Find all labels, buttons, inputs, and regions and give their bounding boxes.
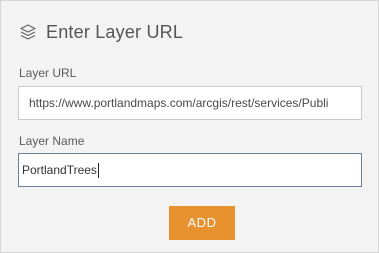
- layer-url-value: https://www.portlandmaps.com/arcgis/rest…: [29, 96, 329, 110]
- layer-name-label: Layer Name: [19, 134, 85, 148]
- layer-name-input[interactable]: PortlandTrees: [18, 153, 362, 187]
- layers-icon: [19, 23, 37, 41]
- add-button[interactable]: ADD: [169, 206, 235, 240]
- panel-title: Enter Layer URL: [46, 21, 184, 42]
- layer-name-value: PortlandTrees: [22, 163, 97, 177]
- layer-url-label: Layer URL: [19, 66, 77, 80]
- text-cursor: [97, 163, 99, 179]
- panel-header: Enter Layer URL: [19, 20, 183, 44]
- layer-url-input[interactable]: https://www.portlandmaps.com/arcgis/rest…: [18, 86, 362, 120]
- add-layer-panel: Enter Layer URL Layer URL https://www.po…: [0, 0, 379, 253]
